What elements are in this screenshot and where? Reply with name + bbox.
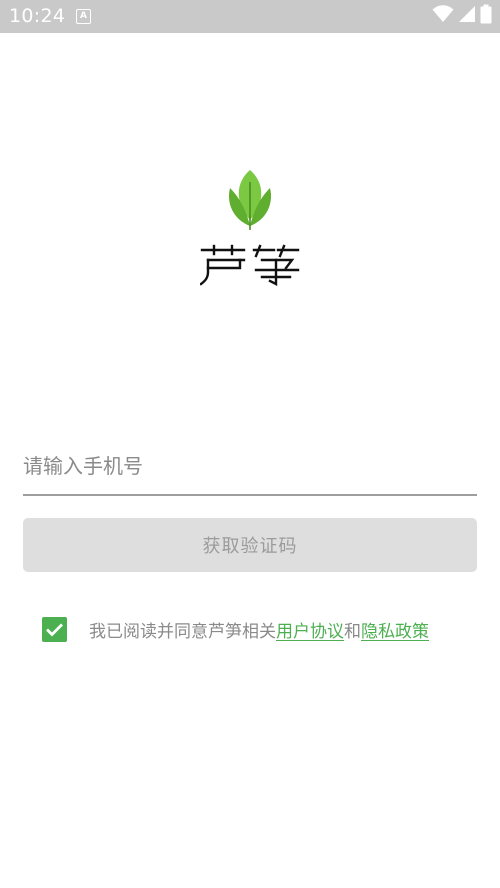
agreement-conjunction: 和: [344, 621, 361, 642]
agreement-checkbox[interactable]: [42, 616, 67, 642]
get-verification-code-button[interactable]: 获取验证码: [23, 518, 477, 572]
notification-a-icon: A: [76, 9, 91, 24]
status-bar: 10:24 A: [0, 0, 500, 33]
phone-number-input[interactable]: [23, 446, 477, 486]
agreement-row: 我已阅读并同意芦笋相关用户协议和隐私政策: [42, 615, 429, 643]
battery-icon: [480, 4, 492, 28]
wifi-icon: [432, 5, 454, 27]
privacy-policy-link[interactable]: 隐私政策: [361, 622, 429, 642]
status-time: 10:24: [9, 5, 66, 27]
leaf-icon: [224, 168, 276, 238]
brand-name-logo: [199, 244, 300, 290]
app-logo: [199, 168, 300, 298]
agreement-prefix: 我已阅读并同意芦笋相关: [89, 621, 276, 642]
status-icons: [432, 4, 492, 28]
agreement-text: 我已阅读并同意芦笋相关用户协议和隐私政策: [89, 617, 429, 642]
signal-icon: [458, 5, 476, 27]
user-agreement-link[interactable]: 用户协议: [276, 622, 344, 642]
checkmark-icon: [46, 623, 63, 636]
phone-input-underline: [23, 494, 477, 496]
